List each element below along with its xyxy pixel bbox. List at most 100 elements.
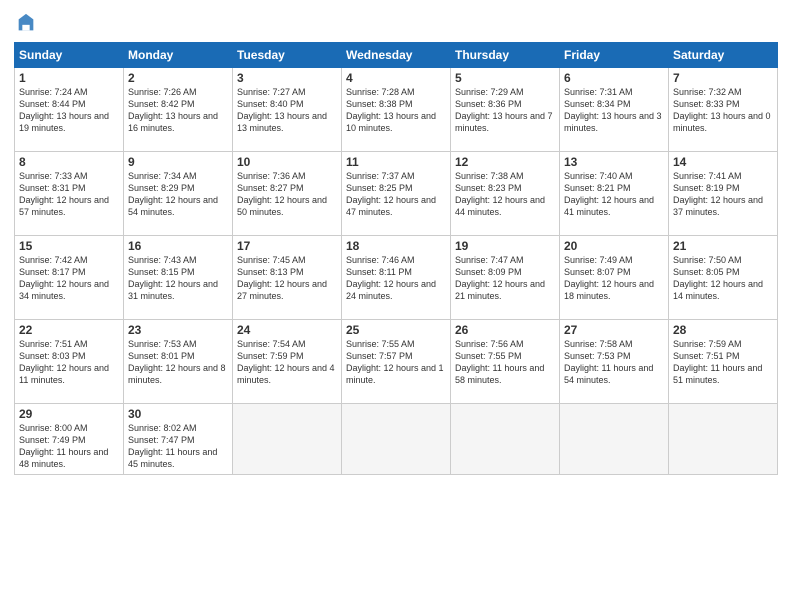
day-cell xyxy=(342,404,451,475)
day-number: 26 xyxy=(455,323,555,337)
day-cell xyxy=(669,404,778,475)
day-number: 24 xyxy=(237,323,337,337)
day-cell: 25Sunrise: 7:55 AMSunset: 7:57 PMDayligh… xyxy=(342,320,451,404)
day-info: Sunrise: 7:50 AMSunset: 8:05 PMDaylight:… xyxy=(673,254,773,303)
day-info: Sunrise: 7:45 AMSunset: 8:13 PMDaylight:… xyxy=(237,254,337,303)
day-cell: 21Sunrise: 7:50 AMSunset: 8:05 PMDayligh… xyxy=(669,236,778,320)
weekday-header-monday: Monday xyxy=(124,43,233,68)
day-info: Sunrise: 8:02 AMSunset: 7:47 PMDaylight:… xyxy=(128,422,228,471)
day-cell xyxy=(451,404,560,475)
day-cell: 7Sunrise: 7:32 AMSunset: 8:33 PMDaylight… xyxy=(669,68,778,152)
day-cell: 20Sunrise: 7:49 AMSunset: 8:07 PMDayligh… xyxy=(560,236,669,320)
day-info: Sunrise: 7:31 AMSunset: 8:34 PMDaylight:… xyxy=(564,86,664,135)
logo-icon xyxy=(15,12,37,34)
day-info: Sunrise: 7:54 AMSunset: 7:59 PMDaylight:… xyxy=(237,338,337,387)
day-info: Sunrise: 7:49 AMSunset: 8:07 PMDaylight:… xyxy=(564,254,664,303)
day-info: Sunrise: 7:56 AMSunset: 7:55 PMDaylight:… xyxy=(455,338,555,387)
day-number: 13 xyxy=(564,155,664,169)
calendar-table: SundayMondayTuesdayWednesdayThursdayFrid… xyxy=(14,42,778,475)
weekday-header-row: SundayMondayTuesdayWednesdayThursdayFrid… xyxy=(15,43,778,68)
day-number: 9 xyxy=(128,155,228,169)
day-info: Sunrise: 7:59 AMSunset: 7:51 PMDaylight:… xyxy=(673,338,773,387)
day-cell: 18Sunrise: 7:46 AMSunset: 8:11 PMDayligh… xyxy=(342,236,451,320)
day-info: Sunrise: 7:34 AMSunset: 8:29 PMDaylight:… xyxy=(128,170,228,219)
day-number: 1 xyxy=(19,71,119,85)
day-number: 21 xyxy=(673,239,773,253)
day-number: 28 xyxy=(673,323,773,337)
day-number: 25 xyxy=(346,323,446,337)
day-cell: 19Sunrise: 7:47 AMSunset: 8:09 PMDayligh… xyxy=(451,236,560,320)
day-number: 7 xyxy=(673,71,773,85)
day-number: 16 xyxy=(128,239,228,253)
day-number: 17 xyxy=(237,239,337,253)
week-row-1: 1Sunrise: 7:24 AMSunset: 8:44 PMDaylight… xyxy=(15,68,778,152)
day-number: 30 xyxy=(128,407,228,421)
day-info: Sunrise: 7:43 AMSunset: 8:15 PMDaylight:… xyxy=(128,254,228,303)
day-cell: 22Sunrise: 7:51 AMSunset: 8:03 PMDayligh… xyxy=(15,320,124,404)
day-number: 11 xyxy=(346,155,446,169)
day-number: 27 xyxy=(564,323,664,337)
day-cell: 11Sunrise: 7:37 AMSunset: 8:25 PMDayligh… xyxy=(342,152,451,236)
weekday-header-thursday: Thursday xyxy=(451,43,560,68)
day-info: Sunrise: 7:29 AMSunset: 8:36 PMDaylight:… xyxy=(455,86,555,135)
day-number: 12 xyxy=(455,155,555,169)
day-info: Sunrise: 7:40 AMSunset: 8:21 PMDaylight:… xyxy=(564,170,664,219)
day-cell: 1Sunrise: 7:24 AMSunset: 8:44 PMDaylight… xyxy=(15,68,124,152)
day-number: 15 xyxy=(19,239,119,253)
weekday-header-friday: Friday xyxy=(560,43,669,68)
day-cell: 29Sunrise: 8:00 AMSunset: 7:49 PMDayligh… xyxy=(15,404,124,475)
day-info: Sunrise: 7:55 AMSunset: 7:57 PMDaylight:… xyxy=(346,338,446,387)
day-info: Sunrise: 7:38 AMSunset: 8:23 PMDaylight:… xyxy=(455,170,555,219)
day-number: 20 xyxy=(564,239,664,253)
day-cell: 12Sunrise: 7:38 AMSunset: 8:23 PMDayligh… xyxy=(451,152,560,236)
day-cell: 16Sunrise: 7:43 AMSunset: 8:15 PMDayligh… xyxy=(124,236,233,320)
day-number: 3 xyxy=(237,71,337,85)
day-cell: 2Sunrise: 7:26 AMSunset: 8:42 PMDaylight… xyxy=(124,68,233,152)
day-cell: 10Sunrise: 7:36 AMSunset: 8:27 PMDayligh… xyxy=(233,152,342,236)
day-info: Sunrise: 8:00 AMSunset: 7:49 PMDaylight:… xyxy=(19,422,119,471)
day-cell xyxy=(233,404,342,475)
day-number: 23 xyxy=(128,323,228,337)
day-cell: 23Sunrise: 7:53 AMSunset: 8:01 PMDayligh… xyxy=(124,320,233,404)
day-info: Sunrise: 7:58 AMSunset: 7:53 PMDaylight:… xyxy=(564,338,664,387)
day-number: 5 xyxy=(455,71,555,85)
day-cell: 27Sunrise: 7:58 AMSunset: 7:53 PMDayligh… xyxy=(560,320,669,404)
day-cell: 4Sunrise: 7:28 AMSunset: 8:38 PMDaylight… xyxy=(342,68,451,152)
logo xyxy=(14,12,37,34)
day-info: Sunrise: 7:33 AMSunset: 8:31 PMDaylight:… xyxy=(19,170,119,219)
day-number: 2 xyxy=(128,71,228,85)
day-cell: 8Sunrise: 7:33 AMSunset: 8:31 PMDaylight… xyxy=(15,152,124,236)
day-number: 14 xyxy=(673,155,773,169)
day-cell: 6Sunrise: 7:31 AMSunset: 8:34 PMDaylight… xyxy=(560,68,669,152)
day-info: Sunrise: 7:37 AMSunset: 8:25 PMDaylight:… xyxy=(346,170,446,219)
day-number: 18 xyxy=(346,239,446,253)
week-row-5: 29Sunrise: 8:00 AMSunset: 7:49 PMDayligh… xyxy=(15,404,778,475)
weekday-header-sunday: Sunday xyxy=(15,43,124,68)
weekday-header-saturday: Saturday xyxy=(669,43,778,68)
day-cell: 3Sunrise: 7:27 AMSunset: 8:40 PMDaylight… xyxy=(233,68,342,152)
day-cell: 5Sunrise: 7:29 AMSunset: 8:36 PMDaylight… xyxy=(451,68,560,152)
weekday-header-wednesday: Wednesday xyxy=(342,43,451,68)
day-number: 8 xyxy=(19,155,119,169)
day-cell: 15Sunrise: 7:42 AMSunset: 8:17 PMDayligh… xyxy=(15,236,124,320)
day-info: Sunrise: 7:32 AMSunset: 8:33 PMDaylight:… xyxy=(673,86,773,135)
day-cell: 28Sunrise: 7:59 AMSunset: 7:51 PMDayligh… xyxy=(669,320,778,404)
day-info: Sunrise: 7:27 AMSunset: 8:40 PMDaylight:… xyxy=(237,86,337,135)
header xyxy=(14,12,778,34)
day-info: Sunrise: 7:46 AMSunset: 8:11 PMDaylight:… xyxy=(346,254,446,303)
day-cell: 17Sunrise: 7:45 AMSunset: 8:13 PMDayligh… xyxy=(233,236,342,320)
day-cell: 26Sunrise: 7:56 AMSunset: 7:55 PMDayligh… xyxy=(451,320,560,404)
day-info: Sunrise: 7:36 AMSunset: 8:27 PMDaylight:… xyxy=(237,170,337,219)
day-cell: 13Sunrise: 7:40 AMSunset: 8:21 PMDayligh… xyxy=(560,152,669,236)
day-number: 4 xyxy=(346,71,446,85)
day-info: Sunrise: 7:42 AMSunset: 8:17 PMDaylight:… xyxy=(19,254,119,303)
day-info: Sunrise: 7:24 AMSunset: 8:44 PMDaylight:… xyxy=(19,86,119,135)
day-cell xyxy=(560,404,669,475)
week-row-4: 22Sunrise: 7:51 AMSunset: 8:03 PMDayligh… xyxy=(15,320,778,404)
page-container: SundayMondayTuesdayWednesdayThursdayFrid… xyxy=(0,0,792,612)
day-info: Sunrise: 7:41 AMSunset: 8:19 PMDaylight:… xyxy=(673,170,773,219)
day-info: Sunrise: 7:47 AMSunset: 8:09 PMDaylight:… xyxy=(455,254,555,303)
day-cell: 9Sunrise: 7:34 AMSunset: 8:29 PMDaylight… xyxy=(124,152,233,236)
weekday-header-tuesday: Tuesday xyxy=(233,43,342,68)
day-number: 10 xyxy=(237,155,337,169)
